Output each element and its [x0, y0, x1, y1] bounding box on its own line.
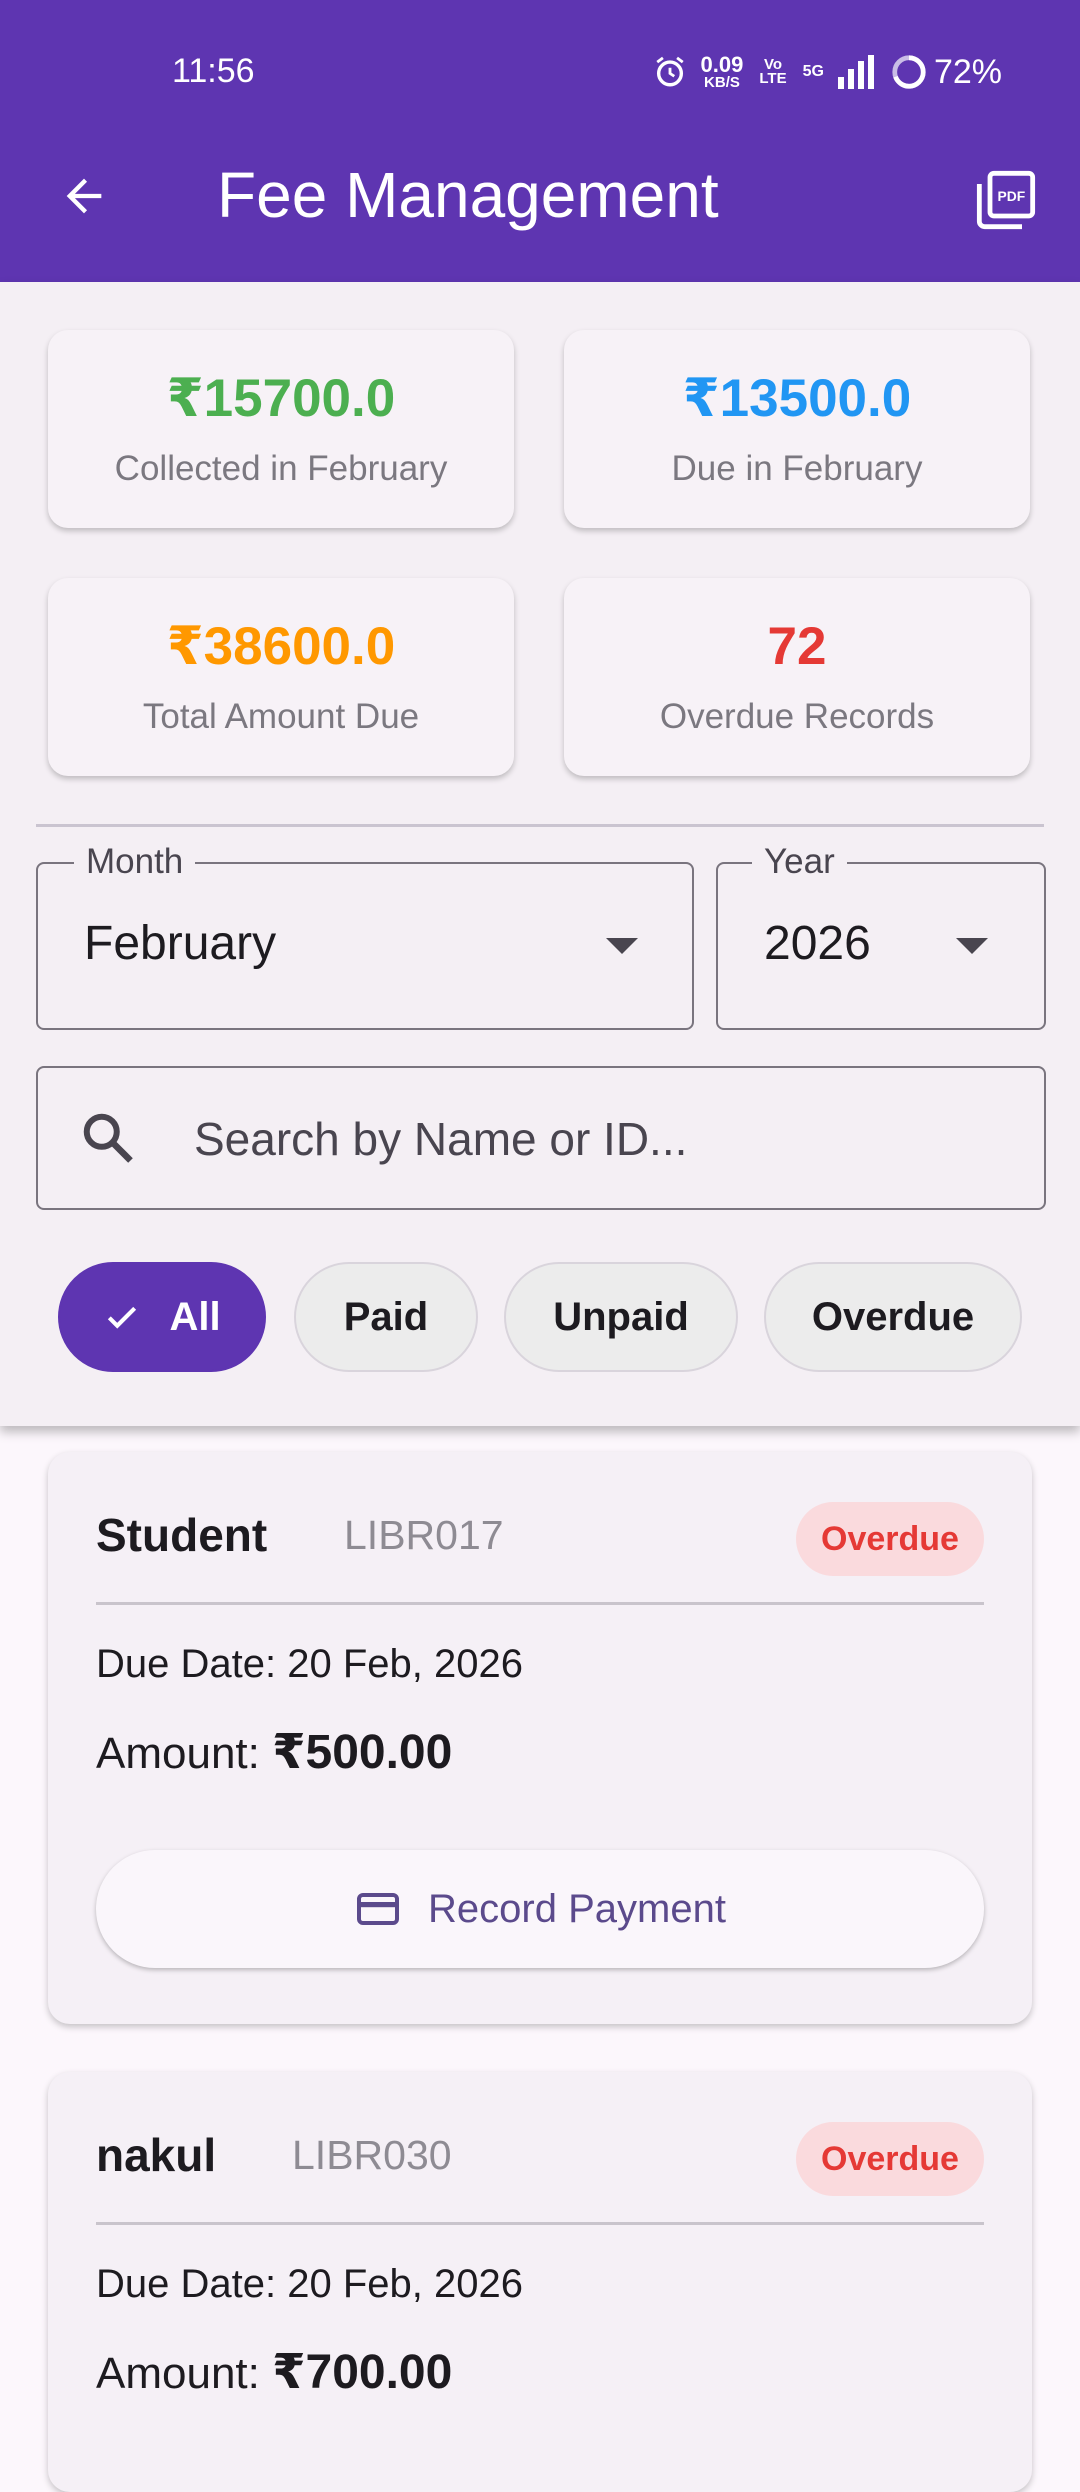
student-name: nakul	[96, 2129, 217, 2181]
amount-value: ₹500.00	[272, 1726, 453, 1779]
network-type: 5G	[802, 63, 824, 80]
chip-overdue[interactable]: Overdue	[764, 1262, 1022, 1372]
chip-all-label: All	[169, 1294, 221, 1339]
due-date: Due Date: 20 Feb, 2026	[96, 2262, 523, 2306]
record-payment-label: Record Payment	[428, 1886, 726, 1931]
card-divider	[96, 2222, 984, 2225]
due-date: Due Date: 20 Feb, 2026	[96, 1642, 523, 1686]
stat-value-collected: ₹15700.0	[166, 369, 396, 428]
chip-all[interactable]: All	[58, 1262, 266, 1372]
stat-card-collected: ₹15700.0 Collected in February	[48, 330, 514, 528]
stat-value-due: ₹13500.0	[682, 369, 912, 428]
chevron-down-icon	[956, 938, 988, 954]
stat-label-total-due: Total Amount Due	[142, 697, 420, 736]
pdf-export-icon: PDF	[976, 170, 1036, 230]
signal-icon	[837, 55, 874, 89]
search-icon	[83, 1113, 133, 1163]
year-label: Year	[752, 842, 847, 882]
month-select[interactable]: Month February	[36, 842, 694, 1030]
stat-card-total-due: ₹38600.0 Total Amount Due	[48, 578, 514, 776]
fee-record-card: nakul LIBR030 Overdue Due Date: 20 Feb, …	[48, 2072, 1032, 2492]
alarm-icon	[655, 56, 684, 87]
student-id: LIBR017	[344, 1512, 504, 1558]
app-bar: 11:56 0.09 KB/S Vo LTE 5G 72% Fee Manage…	[0, 0, 1080, 282]
fee-record-card: Student LIBR017 Overdue Due Date: 20 Feb…	[48, 1452, 1032, 2024]
status-badge: Overdue	[796, 2122, 984, 2196]
stat-card-due: ₹13500.0 Due in February	[564, 330, 1030, 528]
chip-paid-label: Paid	[343, 1294, 429, 1339]
stat-card-overdue: 72 Overdue Records	[564, 578, 1030, 776]
month-label: Month	[74, 842, 196, 882]
amount-value: ₹700.00	[272, 2346, 453, 2399]
volte-indicator: Vo LTE	[759, 56, 787, 87]
search-input[interactable]	[192, 1098, 996, 1180]
status-icons: 0.09 KB/S Vo LTE 5G 72%	[647, 50, 1002, 94]
stat-value-overdue: 72	[767, 617, 827, 676]
status-time: 11:56	[172, 52, 255, 90]
stat-label-overdue: Overdue Records	[659, 697, 935, 736]
chip-overdue-label: Overdue	[811, 1294, 975, 1339]
year-select[interactable]: Year 2026	[716, 842, 1046, 1030]
filters-panel: ₹15700.0 Collected in February ₹13500.0 …	[0, 282, 1080, 1426]
student-name: Student	[96, 1509, 268, 1561]
status-badge: Overdue	[796, 1502, 984, 1576]
export-pdf-button[interactable]: PDF	[966, 160, 1046, 240]
chevron-down-icon	[606, 938, 638, 954]
amount: Amount: ₹700.00	[96, 2346, 453, 2399]
svg-text:PDF: PDF	[997, 188, 1025, 204]
chip-unpaid[interactable]: Unpaid	[504, 1262, 738, 1372]
stat-label-due: Due in February	[671, 449, 923, 488]
amount: Amount: ₹500.00	[96, 1726, 453, 1779]
check-icon	[108, 1306, 137, 1329]
credit-card-icon	[357, 1893, 400, 1925]
record-payment-button[interactable]: Record Payment	[96, 1850, 984, 1968]
student-id: LIBR030	[292, 2132, 452, 2178]
stat-label-collected: Collected in February	[114, 449, 448, 488]
stat-value-total-due: ₹38600.0	[166, 617, 396, 676]
chip-paid[interactable]: Paid	[294, 1262, 478, 1372]
battery-ring-icon	[892, 55, 926, 89]
divider	[36, 824, 1044, 827]
card-divider	[96, 1602, 984, 1605]
arrow-back-icon	[66, 178, 102, 214]
page-title: Fee Management	[217, 159, 719, 231]
chip-unpaid-label: Unpaid	[553, 1294, 689, 1339]
month-value: February	[84, 917, 277, 970]
back-button[interactable]	[48, 160, 120, 232]
net-speed: 0.09 KB/S	[700, 52, 744, 91]
battery-percent: 72%	[933, 52, 1002, 91]
year-value: 2026	[764, 917, 871, 970]
search-field[interactable]	[36, 1066, 1046, 1210]
